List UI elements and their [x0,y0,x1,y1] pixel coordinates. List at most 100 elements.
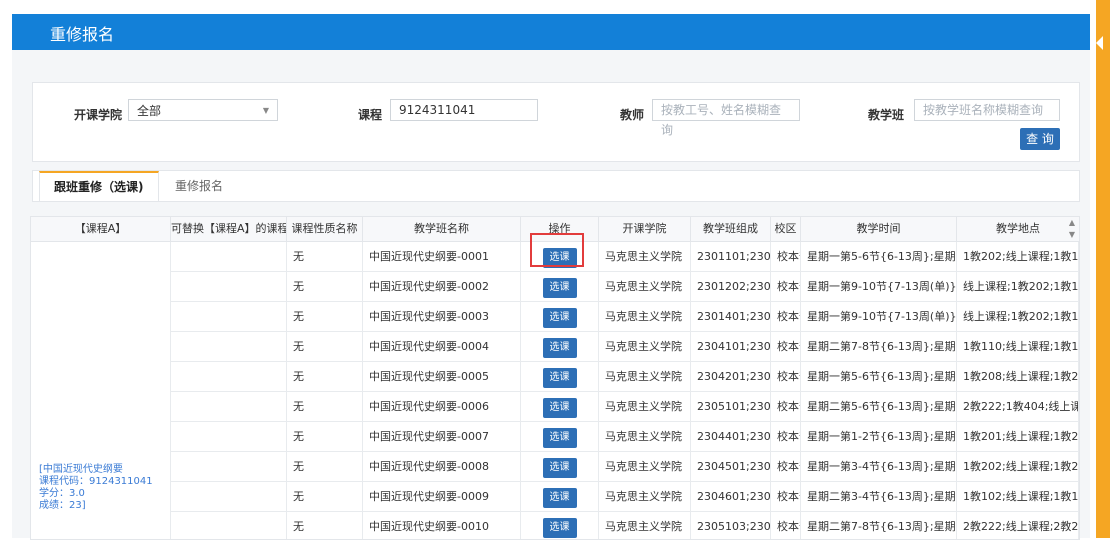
course-credit: 学分：3.0 [39,488,85,499]
select-course-button[interactable]: 选课 [542,488,577,508]
select-course-button[interactable]: 选课 [542,518,577,538]
cell-composition: 2301202;23015 [691,272,771,302]
sort-icon[interactable]: ▲ ▼ [1069,217,1075,241]
cell-nature: 无 [287,362,363,392]
page-title: 重修报名 [50,25,115,44]
cell-class-name: 中国近现代史纲要-0008 [363,452,521,482]
cell-college: 马克思主义学院 [599,512,691,539]
cell-nature: 无 [287,302,363,332]
cell-college: 马克思主义学院 [599,482,691,512]
cell-class-name: 中国近现代史纲要-0002 [363,272,521,302]
course-info[interactable]: [中国近现代史纲要 课程代码：9124311041 学分：3.0 成绩：23] [39,464,153,512]
cell-class-name: 中国近现代史纲要-0007 [363,422,521,452]
table-row: 无中国近现代史纲要-0008 选课 马克思主义学院2304501;23045校本部星… [31,452,1079,482]
cell-class-name: 中国近现代史纲要-0004 [363,332,521,362]
cell-college: 马克思主义学院 [599,302,691,332]
table-row: 无中国近现代史纲要-0003 选课 马克思主义学院2301401;23014校本部星… [31,302,1079,332]
cell-replaceable [171,422,287,452]
header-course-a: 【课程A】 [31,217,171,241]
course-input[interactable]: 9124311041 [390,99,538,121]
cell-college: 马克思主义学院 [599,332,691,362]
cell-composition: 2305103;23051 [691,512,771,539]
college-select[interactable]: 全部 ▼ [128,99,278,121]
header-class-name: 教学班名称 [363,217,521,241]
college-select-value: 全部 [137,104,162,118]
cell-college: 马克思主义学院 [599,392,691,422]
cell-campus: 校本部 [771,422,801,452]
cell-college: 马克思主义学院 [599,362,691,392]
cell-operation: 选课 [521,272,599,302]
cell-time: 星期二第5-6节{6-13周};星期四第 [801,392,957,422]
cell-place: 1教110;线上课程;1教110 [957,332,1079,362]
cell-operation: 选课 [521,332,599,362]
cell-campus: 校本部 [771,512,801,539]
college-label: 开课学院 [74,108,123,122]
cell-time: 星期一第1-2节{6-13周};星期三第 [801,422,957,452]
table-row: 无中国近现代史纲要-0009 选课 马克思主义学院2304601;23046校本部星… [31,482,1079,512]
select-course-button[interactable]: 选课 [542,368,577,388]
cell-class-name: 中国近现代史纲要-0003 [363,302,521,332]
cell-nature: 无 [287,332,363,362]
cell-time: 星期一第9-10节{7-13周(单)};星期 [801,302,957,332]
header-place: 教学地点 ▲ ▼ [957,217,1079,241]
right-side-panel[interactable] [1096,0,1110,538]
cell-place: 1教102;线上课程;1教102 [957,482,1079,512]
cell-time: 星期二第7-8节{6-13周};星期三第 [801,332,957,362]
cell-college: 马克思主义学院 [599,422,691,452]
cell-replaceable [171,452,287,482]
select-course-button[interactable]: 选课 [542,278,577,298]
query-button[interactable]: 查 询 [1020,128,1060,150]
class-label: 教学班 [868,108,905,122]
cell-campus: 校本部 [771,452,801,482]
cell-time: 星期一第5-6节{6-13周};星期二第 [801,362,957,392]
header-campus: 校区 [771,217,801,241]
cell-composition: 2301101;23011 [691,242,771,272]
cell-college: 马克思主义学院 [599,452,691,482]
cell-class-name: 中国近现代史纲要-0009 [363,482,521,512]
cell-composition: 2304501;23045 [691,452,771,482]
cell-time: 星期一第3-4节{6-13周};星期二第 [801,452,957,482]
cell-campus: 校本部 [771,392,801,422]
cell-class-name: 中国近现代史纲要-0006 [363,392,521,422]
cell-replaceable [171,332,287,362]
cell-time: 星期一第5-6节{6-13周};星期二第5 [801,242,957,272]
cell-place: 1教202;线上课程;1教110 [957,242,1079,272]
table-row: 无中国近现代史纲要-0010 选课 马克思主义学院2305103;23051校本部星… [31,512,1079,539]
table-row: 无中国近现代史纲要-0006 选课 马克思主义学院2305101;23051校本部星… [31,392,1079,422]
cell-operation: 选课 [521,362,599,392]
cell-campus: 校本部 [771,302,801,332]
cell-composition: 2304101;23041 [691,332,771,362]
cell-class-name: 中国近现代史纲要-0010 [363,512,521,539]
cell-composition: 2304401;23044 [691,422,771,452]
cell-place: 1教202;线上课程;1教202 [957,452,1079,482]
tab-follow-class-retake[interactable]: 跟班重修（选课) [39,171,159,201]
cell-campus: 校本部 [771,482,801,512]
cell-college: 马克思主义学院 [599,242,691,272]
cell-time: 星期一第9-10节{7-13周(单)};星期 [801,272,957,302]
course-score: 成绩：23] [39,500,86,511]
select-course-button[interactable]: 选课 [542,428,577,448]
cell-nature: 无 [287,452,363,482]
cell-nature: 无 [287,512,363,539]
course-code: 课程代码：9124311041 [39,476,153,487]
select-course-button[interactable]: 选课 [542,398,577,418]
class-input[interactable]: 按教学班名称模糊查询 [914,99,1060,121]
tab-retake-registration[interactable]: 重修报名 [161,171,237,201]
select-course-button[interactable]: 选课 [542,338,577,358]
cell-time: 星期二第7-8节{6-13周};星期四第 [801,512,957,539]
select-course-button[interactable]: 选课 [542,458,577,478]
chevron-left-icon[interactable] [1096,36,1103,50]
cell-place: 1教208;线上课程;1教208 [957,362,1079,392]
tab-bar: 跟班重修（选课) 重修报名 [32,170,1080,202]
cell-class-name: 中国近现代史纲要-0005 [363,362,521,392]
course-label: 课程 [358,108,383,122]
cell-operation: 选课 [521,422,599,452]
caret-down-icon: ▼ [262,106,269,115]
cell-replaceable [171,302,287,332]
header-time: 教学时间 [801,217,957,241]
cell-time: 星期二第3-4节{6-13周};星期三第 [801,482,957,512]
select-course-button[interactable]: 选课 [542,308,577,328]
cell-nature: 无 [287,392,363,422]
course-name: [中国近现代史纲要 [39,464,123,475]
teacher-input[interactable]: 按教工号、姓名模糊查询 [652,99,800,137]
